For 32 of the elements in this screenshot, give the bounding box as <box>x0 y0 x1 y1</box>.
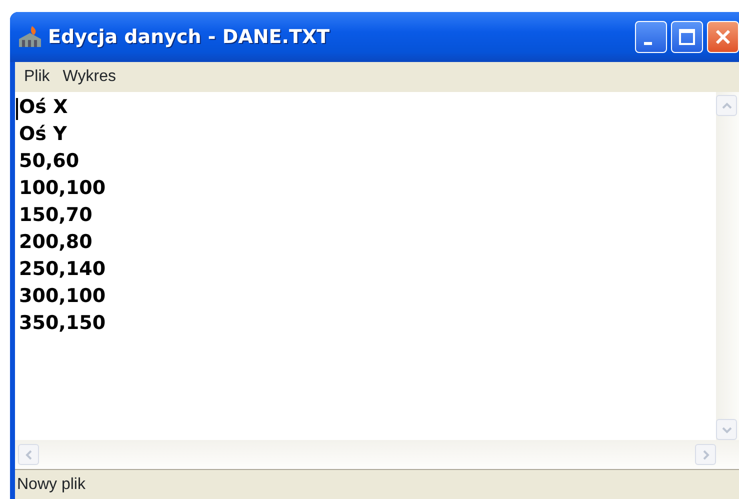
text-line: 350,150 <box>19 312 106 334</box>
status-text: Nowy plik <box>17 474 86 494</box>
chevron-down-icon <box>722 426 732 434</box>
text-line: 250,140 <box>19 258 106 280</box>
text-line: Oś Y <box>19 123 67 145</box>
chevron-right-icon <box>702 450 710 460</box>
minimize-button[interactable] <box>635 21 667 53</box>
scroll-left-button[interactable] <box>18 444 39 465</box>
close-icon <box>714 28 732 46</box>
app-icon <box>18 25 42 49</box>
minimize-icon <box>644 42 652 44</box>
maximize-icon <box>678 28 696 46</box>
scroll-down-button[interactable] <box>716 419 737 440</box>
text-editor[interactable]: Oś X Oś Y 50,60 100,100 150,70 200,80 250,140 300,100 350,150 <box>15 92 716 440</box>
menu-item[interactable]: Wykres <box>58 65 124 89</box>
window-title: Edycja danych - DANE.TXT <box>48 24 330 50</box>
menu-item[interactable]: Plik <box>19 65 58 89</box>
chevron-up-icon <box>722 102 732 110</box>
horizontal-scrollbar[interactable] <box>15 440 739 469</box>
chevron-left-icon <box>24 450 32 460</box>
text-line: 150,70 <box>19 204 92 226</box>
maximize-button[interactable] <box>671 21 703 53</box>
close-button[interactable] <box>707 21 739 53</box>
text-caret <box>16 98 18 120</box>
scroll-right-button[interactable] <box>695 444 716 465</box>
scroll-up-button[interactable] <box>716 95 737 116</box>
vertical-scrollbar[interactable] <box>716 92 739 440</box>
text-line: 200,80 <box>19 231 92 253</box>
text-line: 100,100 <box>19 177 106 199</box>
text-line: 50,60 <box>19 150 80 172</box>
text-line: 300,100 <box>19 285 106 307</box>
text-line: Oś X <box>19 96 68 118</box>
